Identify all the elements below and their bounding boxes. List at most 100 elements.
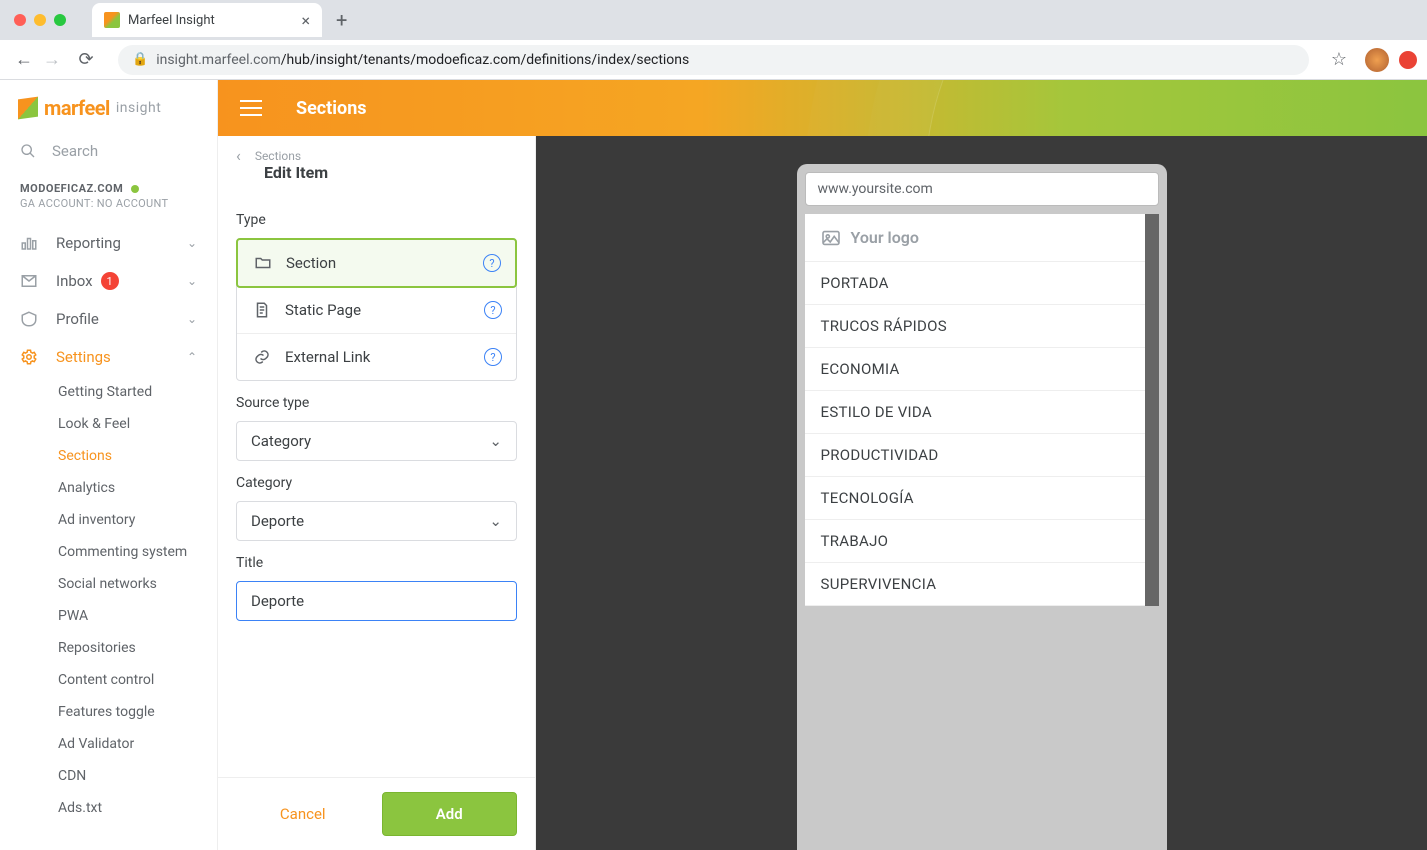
window-close-icon[interactable] <box>14 14 26 26</box>
bookmark-icon[interactable]: ☆ <box>1331 49 1347 70</box>
sidebar-item-inbox[interactable]: Inbox 1 ⌄ <box>0 262 217 300</box>
folder-icon <box>254 254 272 272</box>
search-placeholder: Search <box>52 142 98 160</box>
browser-chrome: Marfeel Insight × + ← → ⟳ 🔒 insight.marf… <box>0 0 1427 80</box>
chevron-up-icon: ⌃ <box>187 350 197 364</box>
sub-item-features-toggle[interactable]: Features toggle <box>0 696 217 728</box>
button-row: Cancel Add <box>218 777 535 850</box>
help-icon[interactable]: ? <box>484 301 502 319</box>
page-title: Sections <box>296 98 367 119</box>
type-option-section[interactable]: Section ? <box>236 238 517 288</box>
type-option-external-link[interactable]: External Link ? <box>237 334 516 380</box>
chevron-down-icon: ⌄ <box>489 432 502 450</box>
sidebar-item-reporting[interactable]: Reporting ⌄ <box>0 224 217 262</box>
sub-item-content-control[interactable]: Content control <box>0 664 217 696</box>
help-icon[interactable]: ? <box>484 348 502 366</box>
type-option-label: Section <box>286 254 336 272</box>
breadcrumb[interactable]: Sections <box>255 149 301 163</box>
sub-item-ad-inventory[interactable]: Ad inventory <box>0 504 217 536</box>
sub-item-commenting[interactable]: Commenting system <box>0 536 217 568</box>
window-controls: Marfeel Insight × + <box>0 0 1427 40</box>
editor-title: Edit Item <box>218 163 535 192</box>
window-maximize-icon[interactable] <box>54 14 66 26</box>
title-input[interactable] <box>236 581 517 621</box>
search-input[interactable]: Search <box>0 136 217 174</box>
top-bar: Sections <box>218 80 1427 136</box>
sub-item-getting-started[interactable]: Getting Started <box>0 376 217 408</box>
content-row: ‹ Sections Edit Item Type Section ? <box>218 136 1427 850</box>
url-path: /hub/insight/tenants/modoeficaz.com/defi… <box>281 52 689 68</box>
sub-item-pwa[interactable]: PWA <box>0 600 217 632</box>
preview-menu-item[interactable]: TRABAJO <box>805 519 1145 562</box>
profile-avatar[interactable] <box>1365 48 1389 72</box>
sub-item-sections[interactable]: Sections <box>0 440 217 472</box>
select-value: Category <box>251 432 311 450</box>
title-field-label: Title <box>236 555 517 571</box>
brand-suffix: insight <box>116 100 161 116</box>
forward-button[interactable]: → <box>38 49 66 70</box>
preview-menu-item[interactable]: TECNOLOGÍA <box>805 476 1145 519</box>
source-type-label: Source type <box>236 395 517 411</box>
type-selector: Section ? Static Page ? External Link ? <box>236 238 517 381</box>
phone-frame: www.yoursite.com Your logo PORTADA TRUCO… <box>797 164 1167 850</box>
preview-menu-item[interactable]: TRUCOS RÁPIDOS <box>805 304 1145 347</box>
tenant-ga-account: GA ACCOUNT: NO ACCOUNT <box>20 197 197 210</box>
sub-item-ads-txt[interactable]: Ads.txt <box>0 792 217 824</box>
link-icon <box>253 348 271 366</box>
add-button[interactable]: Add <box>382 792 518 836</box>
category-select[interactable]: Deporte ⌄ <box>236 501 517 541</box>
window-minimize-icon[interactable] <box>34 14 46 26</box>
help-icon[interactable]: ? <box>483 254 501 272</box>
chevron-down-icon: ⌄ <box>187 312 197 326</box>
preview-logo: Your logo <box>805 214 1145 261</box>
browser-tab[interactable]: Marfeel Insight × <box>92 3 322 37</box>
tenant-name: MODOEFICAZ.COM <box>20 182 123 195</box>
extension-icon[interactable] <box>1399 51 1417 69</box>
tenant-info: MODOEFICAZ.COM GA ACCOUNT: NO ACCOUNT <box>0 174 217 224</box>
address-bar[interactable]: 🔒 insight.marfeel.com/hub/insight/tenant… <box>118 45 1309 75</box>
sub-item-repositories[interactable]: Repositories <box>0 632 217 664</box>
preview-menu-item[interactable]: PORTADA <box>805 261 1145 304</box>
app: marfeel insight Search MODOEFICAZ.COM GA… <box>0 80 1427 850</box>
sub-item-look-feel[interactable]: Look & Feel <box>0 408 217 440</box>
category-label: Category <box>236 475 517 491</box>
reload-button[interactable]: ⟳ <box>72 49 100 70</box>
sub-item-social[interactable]: Social networks <box>0 568 217 600</box>
tab-close-icon[interactable]: × <box>301 11 310 30</box>
sub-item-ad-validator[interactable]: Ad Validator <box>0 728 217 760</box>
sub-item-analytics[interactable]: Analytics <box>0 472 217 504</box>
preview-menu-item[interactable]: SUPERVIVENCIA <box>805 562 1145 606</box>
type-label: Type <box>236 212 517 228</box>
gear-icon <box>20 348 38 366</box>
sidebar-item-label: Inbox <box>56 272 93 290</box>
type-option-static-page[interactable]: Static Page ? <box>237 287 516 334</box>
new-tab-button[interactable]: + <box>336 8 347 32</box>
source-type-select[interactable]: Category ⌄ <box>236 421 517 461</box>
chevron-down-icon: ⌄ <box>187 236 197 250</box>
marfeel-logo-icon <box>18 97 38 120</box>
sidebar-item-label: Reporting <box>56 234 121 252</box>
right-pane: Sections ‹ Sections Edit Item Type Secti… <box>218 80 1427 850</box>
cancel-button[interactable]: Cancel <box>236 792 370 836</box>
preview-menu-item[interactable]: PRODUCTIVIDAD <box>805 433 1145 476</box>
preview-menu-item[interactable]: ESTILO DE VIDA <box>805 390 1145 433</box>
bar-chart-icon <box>20 234 38 252</box>
preview-panel: www.yoursite.com Your logo PORTADA TRUCO… <box>536 136 1427 850</box>
sidebar-item-label: Profile <box>56 310 99 328</box>
type-option-label: External Link <box>285 348 370 366</box>
chevron-down-icon: ⌄ <box>187 274 197 288</box>
url-host: insight.marfeel.com <box>156 52 281 68</box>
menu-toggle-button[interactable] <box>240 100 262 116</box>
page-icon <box>253 301 271 319</box>
preview-menu-item[interactable]: ECONOMIA <box>805 347 1145 390</box>
sidebar-item-settings[interactable]: Settings ⌃ <box>0 338 217 376</box>
brand-logo[interactable]: marfeel insight <box>0 80 217 136</box>
sidebar-item-label: Settings <box>56 348 111 366</box>
back-button[interactable]: ← <box>10 49 38 70</box>
preview-scrollbar[interactable] <box>1145 214 1159 606</box>
sub-item-cdn[interactable]: CDN <box>0 760 217 792</box>
sidebar-item-profile[interactable]: Profile ⌄ <box>0 300 217 338</box>
tab-title: Marfeel Insight <box>128 13 215 28</box>
brand-name: marfeel <box>44 96 110 120</box>
inbox-icon <box>20 272 38 290</box>
